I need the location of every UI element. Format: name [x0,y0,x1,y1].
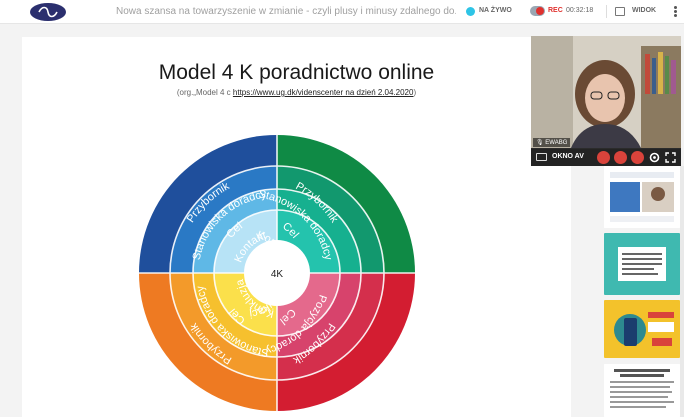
presentation-slide: Model 4 K poradnictwo online (org.„Model… [22,37,571,417]
thumbnails-scrollbar[interactable] [680,166,684,417]
session-title: Nowa szansa na towarzyszenie w zmianie -… [116,6,456,17]
mic-off-icon[interactable] [614,151,627,164]
rec-toggle[interactable] [530,6,545,16]
live-label: NA ŻYWO [479,7,512,14]
video-panel: 🎙 EWABG OKNO AV [531,36,681,166]
divider [606,5,607,18]
gear-icon[interactable] [648,151,661,164]
camera-window-icon[interactable] [536,153,547,161]
live-indicator-icon [466,7,475,16]
av-window-label[interactable]: OKNO AV [552,153,584,160]
recording-timer: 00:32:18 [566,7,594,14]
logo-icon[interactable] [30,3,66,21]
center-label: 4K [271,269,284,280]
thumbnail-3[interactable] [604,300,680,358]
slide-title: Model 4 K poradnictwo online [158,61,435,84]
subtitle-suffix: ) [413,88,417,97]
webcam-image [531,36,681,148]
subtitle-prefix: (org.„Model 4 c [176,88,231,97]
model-4k-wheel: 4K Kontakt Cel Stanowiska doradcy Przybo… [138,135,415,411]
slide-subtitle: (org.„Model 4 c https://www.ug.dk/videns… [22,88,571,97]
thumbnail-2[interactable] [604,233,680,295]
more-menu-icon[interactable] [674,6,678,18]
top-bar: Nowa szansa na towarzyszenie w zmianie -… [0,0,684,24]
layout-view-icon[interactable] [615,7,625,16]
thumbnail-4[interactable] [604,364,680,417]
participant-name: 🎙 EWABG [533,138,571,147]
source-link[interactable]: https://www.ug.dk/videnscenter na dzień … [233,88,414,97]
rec-label: REC [548,7,563,14]
mic-icon: 🎙 [536,140,544,146]
view-button-label[interactable]: WIDOK [632,7,656,14]
camera-off-icon[interactable] [597,151,610,164]
rec-knob-icon [536,7,544,15]
slide-thumbnails [604,166,680,417]
av-window-bar: OKNO AV [531,149,681,166]
participant-video[interactable] [531,36,681,148]
fullscreen-icon[interactable] [664,151,677,164]
thumbnail-1[interactable] [604,166,680,228]
screen-share-off-icon[interactable] [631,151,644,164]
